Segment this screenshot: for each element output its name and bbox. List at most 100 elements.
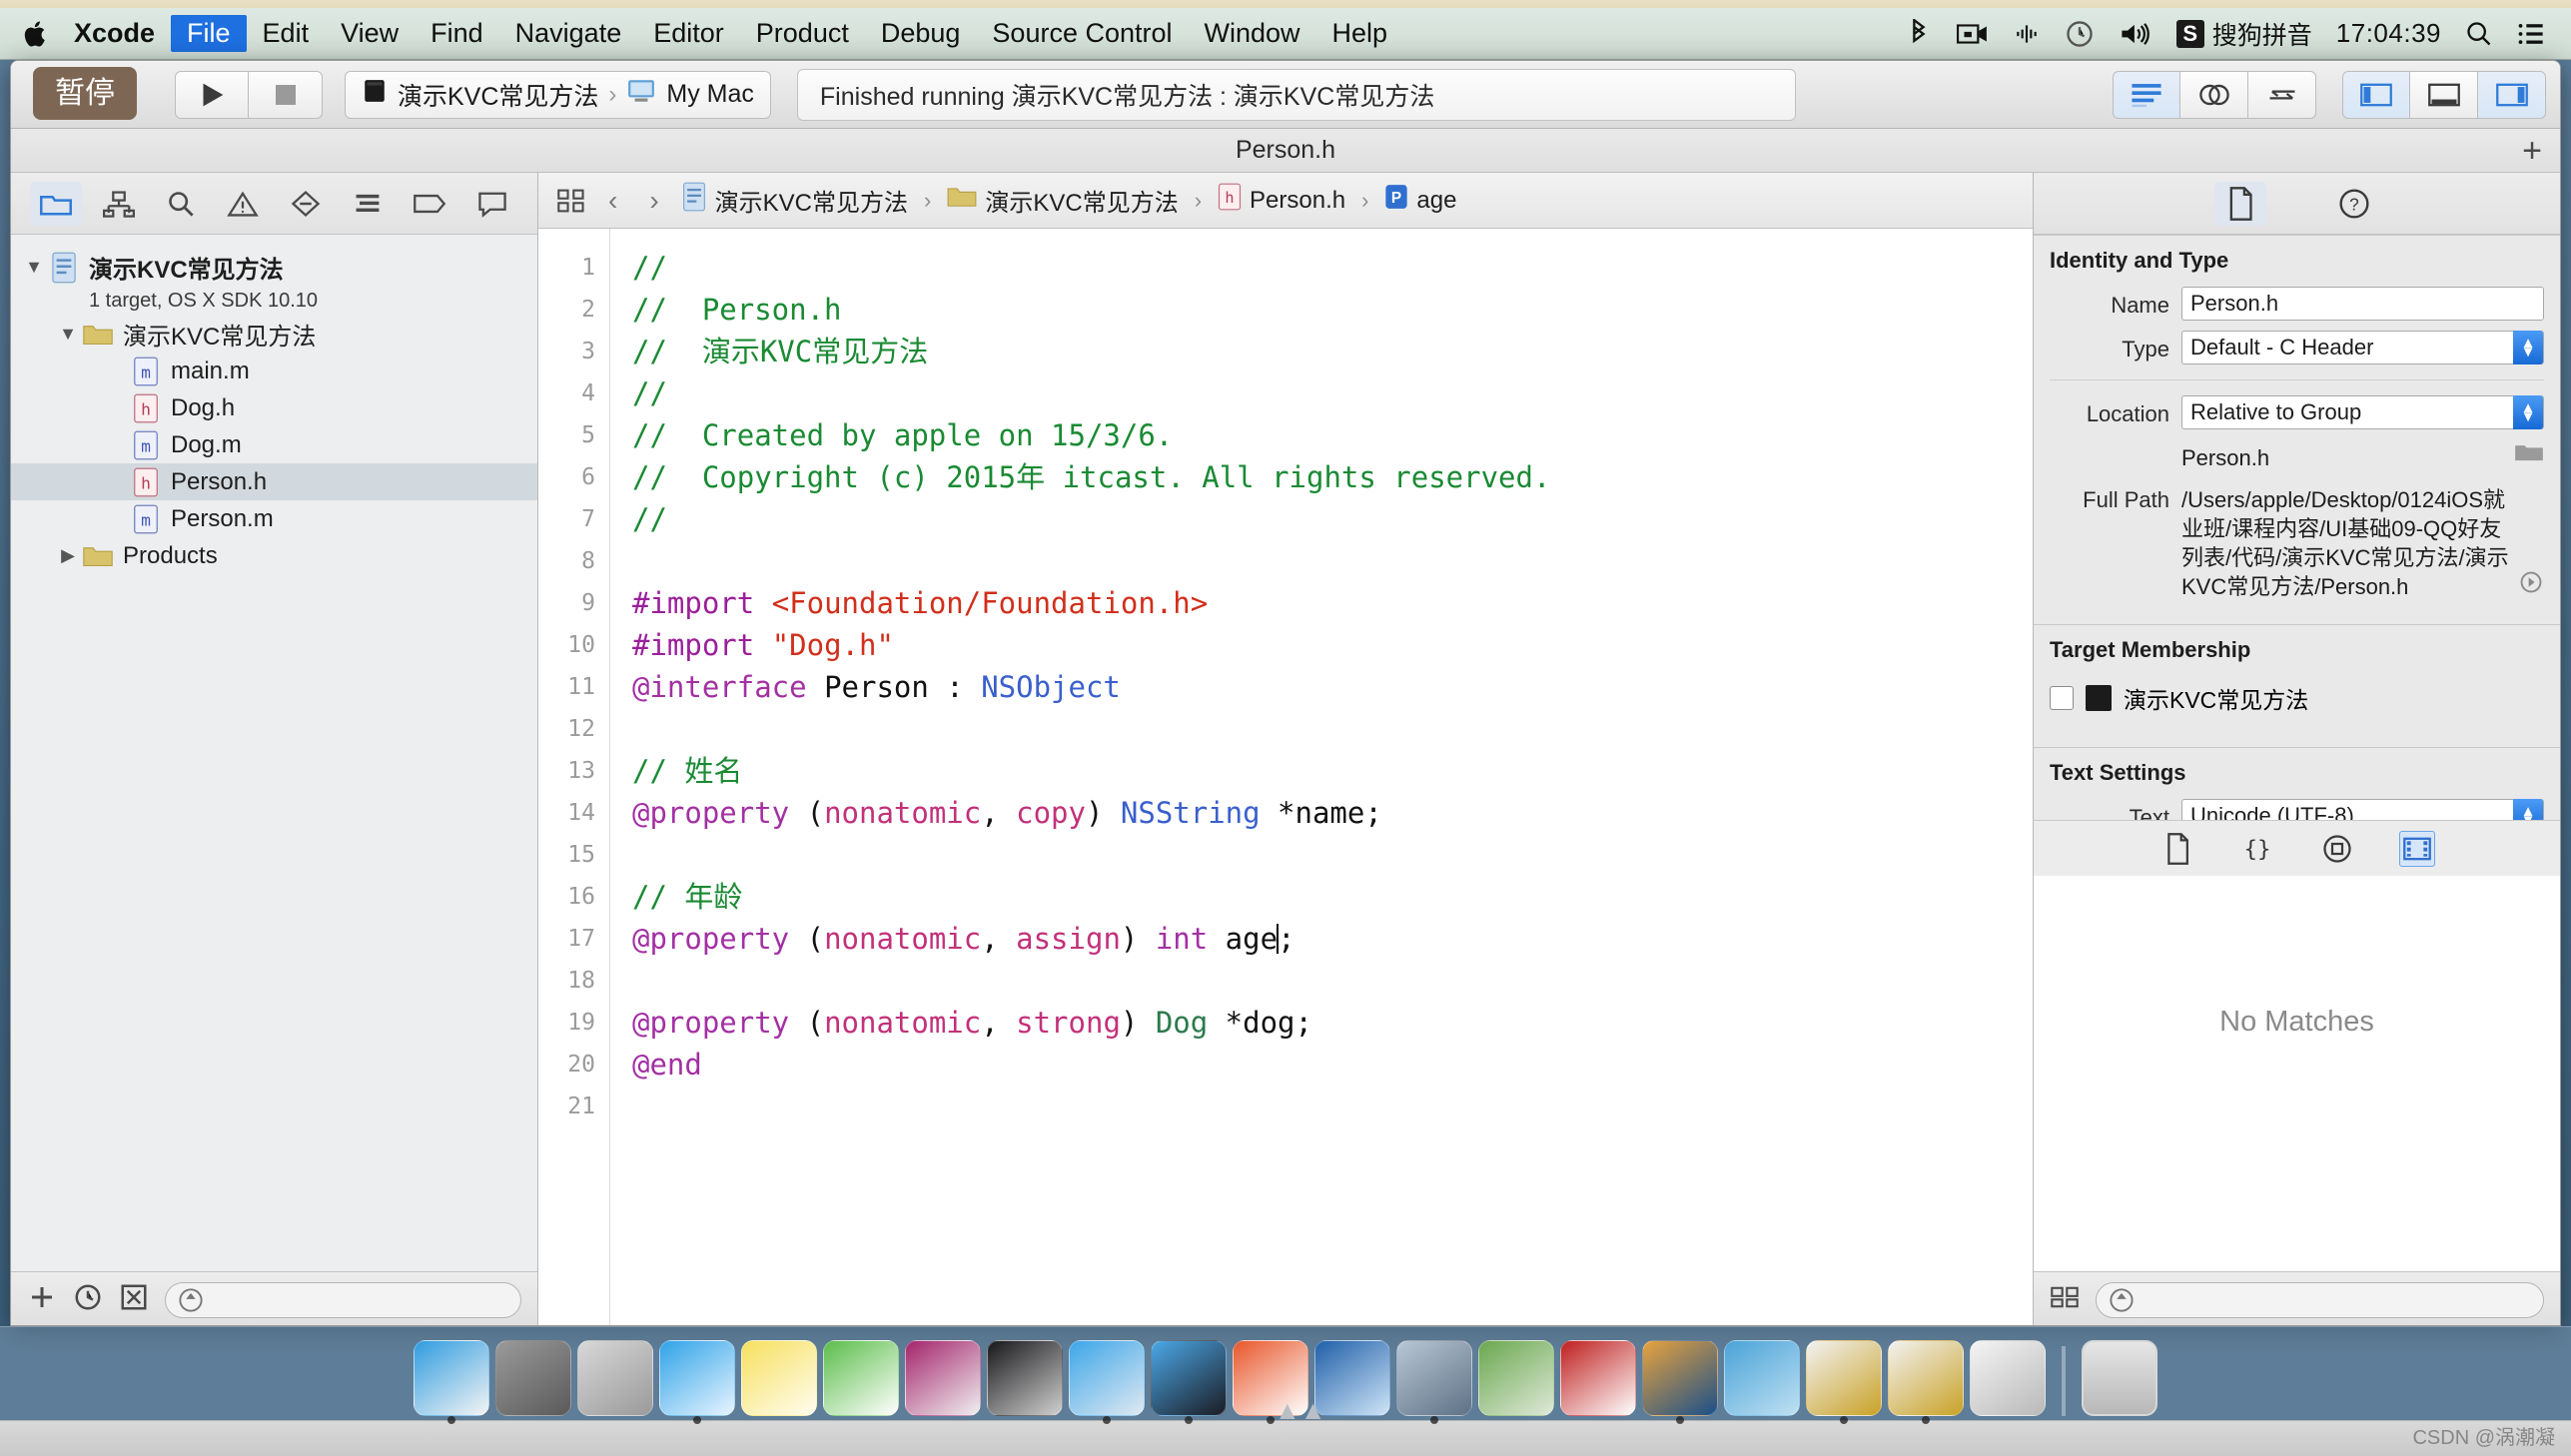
tree-row-project[interactable]: ▼ 演示KVC常见方法 [11, 249, 537, 286]
volume-icon[interactable] [2107, 20, 2164, 48]
library-grid-icon[interactable] [2050, 1284, 2080, 1315]
dock-item-launchpad[interactable] [577, 1340, 653, 1416]
code-line[interactable]: // Copyright (c) 2015年 itcast. All right… [632, 456, 2033, 498]
menu-navigate[interactable]: Navigate [499, 15, 638, 53]
navigator-filter-input[interactable] [165, 1281, 521, 1318]
toggle-navigator-icon[interactable] [2342, 70, 2410, 119]
disclosure-triangle-open-icon[interactable]: ▼ [21, 257, 47, 278]
debug-navigator-icon[interactable] [342, 182, 394, 226]
dock-item-image-viewer[interactable] [1478, 1340, 1554, 1416]
menu-file[interactable]: File [171, 14, 247, 53]
apple-logo-icon[interactable] [14, 19, 58, 49]
menu-xcode[interactable]: Xcode [58, 15, 171, 53]
find-navigator-icon[interactable] [155, 182, 207, 226]
project-navigator-tree[interactable]: ▼ 演示KVC常见方法 1 target, OS X SDK 10.10 ▼ 演… [11, 235, 537, 1271]
breakpoint-navigator-icon[interactable] [404, 182, 455, 226]
related-items-icon[interactable] [556, 188, 586, 214]
code-line[interactable]: // Created by apple on 15/3/6. [632, 414, 2033, 456]
tree-row-person-m[interactable]: ▶ m Person.m [11, 500, 537, 537]
code-line[interactable]: #import <Foundation/Foundation.h> [632, 582, 2033, 624]
code-line[interactable] [632, 834, 2033, 876]
standard-editor-icon[interactable] [2113, 70, 2180, 119]
dock-item-microsoft-excel[interactable] [823, 1340, 899, 1416]
location-popup-button[interactable]: Relative to Group ▲ ▼ [2181, 395, 2544, 429]
source-code-text[interactable]: // // Person.h // 演示KVC常见方法 // // Created by… [610, 229, 2033, 1325]
code-line[interactable]: // [632, 372, 2033, 414]
dock-item-preview[interactable] [1806, 1340, 1882, 1424]
tree-row-dog-h[interactable]: ▶ h Dog.h [11, 389, 537, 426]
media-library-icon[interactable] [2398, 830, 2435, 867]
file-template-library-icon[interactable] [2159, 831, 2195, 867]
issue-navigator-icon[interactable] [217, 182, 269, 226]
file-inspector-icon[interactable] [2213, 181, 2266, 226]
menu-debug[interactable]: Debug [865, 15, 977, 53]
tree-row-products[interactable]: ▶ Products [11, 537, 537, 574]
screen-record-icon[interactable] [1945, 21, 2001, 47]
code-line[interactable]: // 年龄 [632, 876, 2033, 918]
toggle-inspector-icon[interactable] [2478, 70, 2546, 119]
recent-files-filter-icon[interactable] [73, 1282, 103, 1317]
code-line[interactable]: @interface Person : NSObject [632, 666, 2033, 708]
library-filter-input[interactable] [2096, 1281, 2544, 1318]
disclosure-triangle-open-icon[interactable]: ▼ [55, 324, 81, 345]
dock-item-terminal[interactable] [987, 1340, 1063, 1416]
dock-item-audio-tool[interactable] [1724, 1340, 1800, 1416]
source-code-area[interactable]: 1 2 3 4 5 6 7 8 9 10 11 12 13 14 15 16 17 18 19 20 21 //// P… [538, 229, 2033, 1325]
breadcrumb-item-symbol[interactable]: P age [1384, 184, 1456, 217]
code-line[interactable]: @property (nonatomic, copy) NSString *na… [632, 792, 2033, 834]
tree-row-person-h[interactable]: ▶ h Person.h [11, 463, 537, 500]
dock-item-onenote[interactable] [905, 1340, 981, 1416]
code-line[interactable]: #import "Dog.h" [632, 624, 2033, 666]
breadcrumb-item-project[interactable]: 演示KVC常见方法 [681, 182, 908, 219]
code-line[interactable] [632, 1086, 2033, 1127]
menu-editor[interactable]: Editor [637, 15, 740, 53]
dock-item-safari[interactable] [659, 1340, 735, 1424]
bluetooth-icon[interactable] [1893, 18, 1945, 49]
dock-item-filezilla[interactable] [1560, 1340, 1636, 1416]
code-line[interactable]: // [632, 498, 2033, 540]
code-line[interactable] [632, 708, 2033, 750]
disclosure-triangle-closed-icon[interactable]: ▶ [55, 545, 81, 566]
project-navigator-icon[interactable] [30, 181, 83, 226]
target-membership-row[interactable]: 演示KVC常见方法 [2034, 671, 2560, 725]
code-line[interactable]: // 演示KVC常见方法 [632, 331, 2033, 372]
object-library-icon[interactable] [2319, 831, 2355, 867]
dock-item-preview-2[interactable] [1888, 1340, 1964, 1424]
spotlight-search-icon[interactable] [2453, 20, 2505, 48]
notification-center-icon[interactable] [2505, 21, 2557, 47]
stop-button[interactable] [249, 70, 323, 119]
code-line[interactable]: @property (nonatomic, strong) Dog *dog; [632, 1002, 2033, 1044]
dock-item-quicktime-player[interactable] [1396, 1340, 1472, 1424]
reveal-in-finder-icon[interactable] [2518, 569, 2544, 601]
name-field[interactable]: Person.h [2181, 287, 2544, 321]
airplay-icon[interactable] [2001, 21, 2053, 47]
source-control-filter-icon[interactable] [119, 1282, 149, 1317]
choose-folder-icon[interactable] [2514, 439, 2544, 471]
forward-chevron-icon[interactable]: › [639, 185, 668, 217]
menu-source-control[interactable]: Source Control [976, 15, 1188, 53]
quick-help-icon[interactable]: ? [2328, 182, 2380, 226]
menu-bar-clock[interactable]: 17:04:39 [2324, 18, 2453, 49]
scheme-selector[interactable]: 演示KVC常见方法 › My Mac [345, 70, 771, 119]
menu-view[interactable]: View [325, 15, 415, 53]
breadcrumb-item-group[interactable]: 演示KVC常见方法 [947, 183, 1179, 218]
dock-item-system-preferences[interactable] [495, 1340, 571, 1416]
toggle-debug-area-icon[interactable] [2410, 70, 2478, 119]
dock-item-trash[interactable] [2082, 1340, 2157, 1416]
dock-item-stacks-folder[interactable] [1970, 1340, 2046, 1416]
add-editor-button[interactable]: + [2522, 134, 2542, 168]
test-navigator-icon[interactable] [280, 182, 332, 226]
menu-window[interactable]: Window [1189, 15, 1316, 53]
code-line[interactable]: // 姓名 [632, 750, 2033, 792]
input-method-indicator[interactable]: S 搜狗拼音 [2164, 16, 2324, 52]
version-editor-icon[interactable] [2248, 70, 2316, 119]
time-machine-icon[interactable] [2053, 19, 2107, 49]
menu-edit[interactable]: Edit [247, 15, 326, 53]
code-line[interactable] [632, 540, 2033, 582]
code-snippet-library-icon[interactable]: {} [2239, 831, 2275, 867]
dock-item-java[interactable] [1642, 1340, 1718, 1424]
assistant-editor-icon[interactable] [2180, 70, 2248, 119]
symbol-navigator-icon[interactable] [93, 182, 145, 226]
back-chevron-icon[interactable]: ‹ [598, 185, 627, 217]
code-line[interactable] [632, 960, 2033, 1002]
